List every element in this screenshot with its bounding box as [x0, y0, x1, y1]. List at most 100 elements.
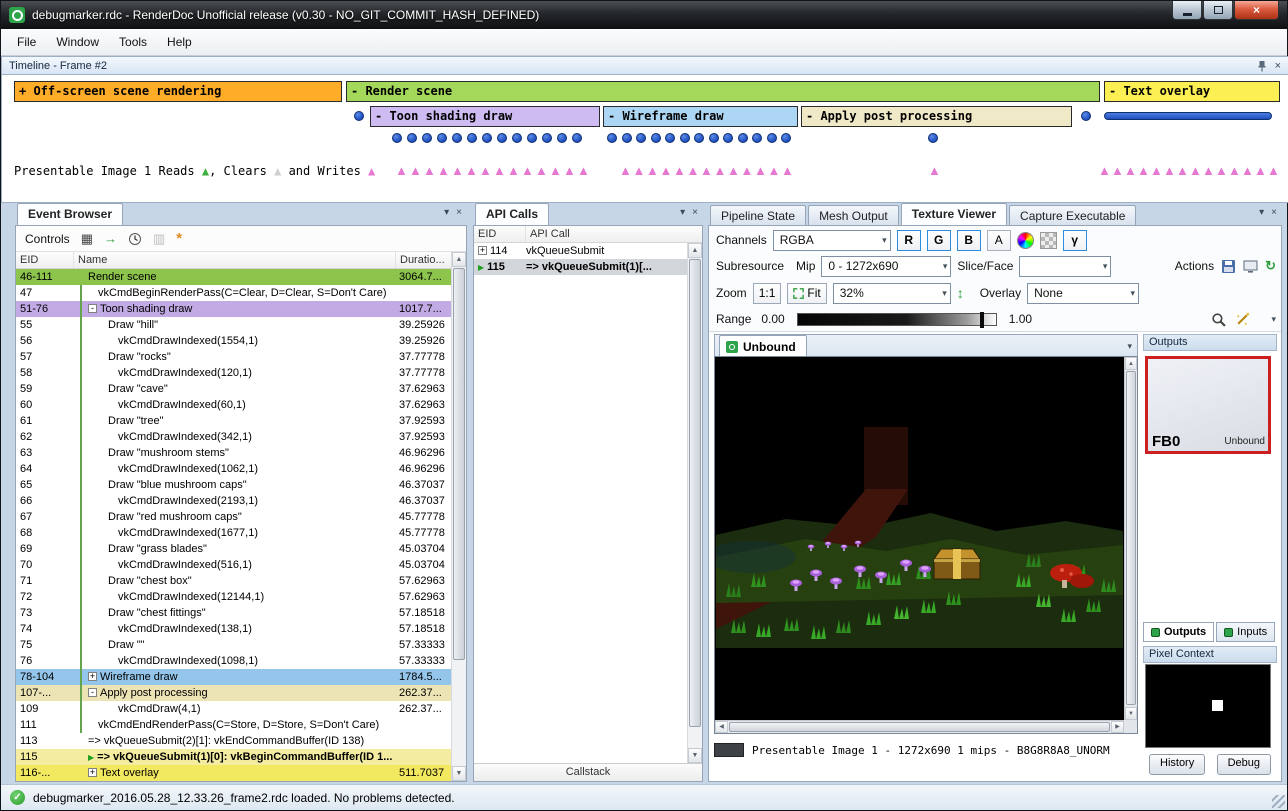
expander-icon[interactable]: + — [88, 672, 97, 681]
blue-channel-button[interactable]: B — [957, 230, 981, 251]
timeline-draw-span[interactable] — [1104, 112, 1272, 120]
pixel-context-view[interactable] — [1145, 664, 1271, 748]
history-button[interactable]: History — [1149, 754, 1205, 775]
timeline-draw-dot[interactable] — [542, 133, 552, 143]
event-row[interactable]: 56vkCmdDrawIndexed(1554,1)39.25926 — [16, 333, 451, 349]
timeline-draw-dot[interactable] — [512, 133, 522, 143]
usage-write-triangle[interactable]: ▲ — [507, 163, 520, 179]
usage-write-triangle[interactable]: ▲ — [423, 163, 436, 179]
timeline-draw-dot[interactable] — [680, 133, 690, 143]
bookmark-icon[interactable]: ▦ — [81, 232, 93, 245]
timeline-draw-dot[interactable] — [636, 133, 646, 143]
usage-write-triangle[interactable]: ▲ — [437, 163, 450, 179]
checkerboard-icon[interactable] — [1040, 232, 1057, 249]
column-eid[interactable]: EID — [16, 252, 74, 268]
export-icon[interactable] — [1243, 260, 1258, 273]
timeline-marker-bar[interactable]: - Toon shading draw — [370, 106, 600, 127]
timeline-draw-dot[interactable] — [422, 133, 432, 143]
event-row[interactable]: 75Draw ""57.33333 — [16, 637, 451, 653]
usage-write-triangle[interactable]: ▲ — [673, 163, 686, 179]
usage-write-triangle[interactable]: ▲ — [395, 163, 408, 179]
range-handle[interactable] — [980, 312, 984, 328]
usage-write-triangle[interactable]: ▲ — [687, 163, 700, 179]
toolbar-overflow-icon[interactable]: ▾ — [1271, 314, 1276, 325]
zoom-1to1-button[interactable]: 1:1 — [753, 283, 782, 304]
timeline-draw-dot[interactable] — [607, 133, 617, 143]
scroll-down-icon[interactable]: ▼ — [1125, 707, 1137, 720]
close-panel-icon[interactable]: × — [1275, 61, 1281, 71]
callstack-section[interactable]: Callstack — [474, 763, 702, 781]
timeline-draw-dot[interactable] — [665, 133, 675, 143]
event-row[interactable]: 55Draw "hill"39.25926 — [16, 317, 451, 333]
background-swatch[interactable] — [714, 743, 744, 757]
fit-button[interactable]: Fit — [787, 283, 826, 304]
timeline-draw-dot[interactable] — [557, 133, 567, 143]
overlay-select[interactable]: None▾ — [1027, 283, 1139, 304]
zoom-select[interactable]: 32%▾ — [833, 283, 951, 304]
close-panel-icon[interactable]: × — [456, 208, 462, 218]
resize-grip[interactable] — [1272, 795, 1285, 808]
event-row[interactable]: 58vkCmdDrawIndexed(120,1)37.77778 — [16, 365, 451, 381]
usage-write-triangle[interactable]: ▲ — [1111, 163, 1124, 179]
timeline-draw-dot[interactable] — [723, 133, 733, 143]
usage-write-triangle[interactable]: ▲ — [1124, 163, 1137, 179]
canvas-horizontal-scrollbar[interactable]: ◀ ▶ — [715, 720, 1124, 733]
range-slider[interactable] — [797, 313, 997, 326]
slice-face-select[interactable]: ▾ — [1019, 256, 1111, 277]
event-row[interactable]: 69Draw "grass blades"45.03704 — [16, 541, 451, 557]
stats-icon[interactable]: ▥ — [153, 232, 165, 245]
channels-select[interactable]: RGBA▾ — [773, 230, 891, 251]
fb0-thumbnail[interactable]: FB0 Unbound — [1145, 356, 1271, 454]
usage-write-triangle[interactable]: ▲ — [1267, 163, 1280, 179]
event-row[interactable]: 51-76-Toon shading draw1017.7... — [16, 301, 451, 317]
usage-write-triangle[interactable]: ▲ — [549, 163, 562, 179]
red-channel-button[interactable]: R — [897, 230, 921, 251]
color-wheel-icon[interactable] — [1017, 232, 1034, 249]
timeline-draw-dot[interactable] — [354, 111, 364, 121]
event-row[interactable]: 57Draw "rocks"37.77778 — [16, 349, 451, 365]
usage-write-triangle[interactable]: ▲ — [577, 163, 590, 179]
usage-write-triangle[interactable]: ▲ — [1202, 163, 1215, 179]
column-name[interactable]: Name — [74, 252, 396, 268]
event-row[interactable]: 78-104+Wireframe draw1784.5... — [16, 669, 451, 685]
event-row[interactable]: 74vkCmdDrawIndexed(138,1)57.18518 — [16, 621, 451, 637]
usage-write-triangle[interactable]: ▲ — [465, 163, 478, 179]
close-button[interactable]: × — [1234, 1, 1279, 20]
close-panel-icon[interactable]: × — [692, 208, 698, 218]
expander-icon[interactable]: + — [88, 768, 97, 777]
usage-write-triangle[interactable]: ▲ — [1098, 163, 1111, 179]
scroll-up-icon[interactable]: ▲ — [452, 252, 466, 267]
tab-capture-executable[interactable]: Capture Executable — [1009, 205, 1136, 225]
usage-write-triangle[interactable]: ▲ — [1254, 163, 1267, 179]
menu-tools[interactable]: Tools — [109, 30, 157, 54]
event-row[interactable]: 71Draw "chest box"57.62963 — [16, 573, 451, 589]
options-icon[interactable]: * — [176, 232, 182, 245]
usage-write-triangle[interactable]: ▲ — [493, 163, 506, 179]
tab-mesh-output[interactable]: Mesh Output — [808, 205, 899, 225]
maximize-button[interactable] — [1203, 1, 1233, 20]
event-row[interactable]: 67Draw "red mushroom caps"45.77778 — [16, 509, 451, 525]
timeline-draw-dot[interactable] — [527, 133, 537, 143]
menu-file[interactable]: File — [7, 30, 46, 54]
texture-image[interactable] — [716, 427, 1123, 648]
tab-api-calls[interactable]: API Calls — [475, 203, 549, 225]
usage-write-triangle[interactable]: ▲ — [535, 163, 548, 179]
api-table-header[interactable]: EID API Call — [474, 226, 702, 243]
timeline-draw-dot[interactable] — [392, 133, 402, 143]
alpha-channel-button[interactable]: A — [987, 230, 1011, 251]
timeline-draw-dot[interactable] — [1081, 111, 1091, 121]
save-icon[interactable] — [1221, 259, 1236, 274]
scroll-right-icon[interactable]: ▶ — [1111, 721, 1124, 733]
event-row[interactable]: 116-...+Text overlay511.7037 — [16, 765, 451, 781]
event-row[interactable]: 72vkCmdDrawIndexed(12144,1)57.62963 — [16, 589, 451, 605]
scroll-left-icon[interactable]: ◀ — [715, 721, 728, 733]
usage-write-triangle[interactable]: ▲ — [1137, 163, 1150, 179]
scroll-down-icon[interactable]: ▼ — [452, 766, 466, 781]
scrollbar-thumb[interactable] — [689, 259, 701, 727]
event-table-header[interactable]: EID Name Duratio... — [16, 252, 466, 269]
event-row[interactable]: 109vkCmdDraw(4,1)262.37... — [16, 701, 451, 717]
expander-icon[interactable]: - — [88, 304, 97, 313]
side-tab-inputs[interactable]: Inputs — [1216, 622, 1275, 642]
event-row[interactable]: 73Draw "chest fittings"57.18518 — [16, 605, 451, 621]
usage-write-triangle[interactable]: ▲ — [451, 163, 464, 179]
